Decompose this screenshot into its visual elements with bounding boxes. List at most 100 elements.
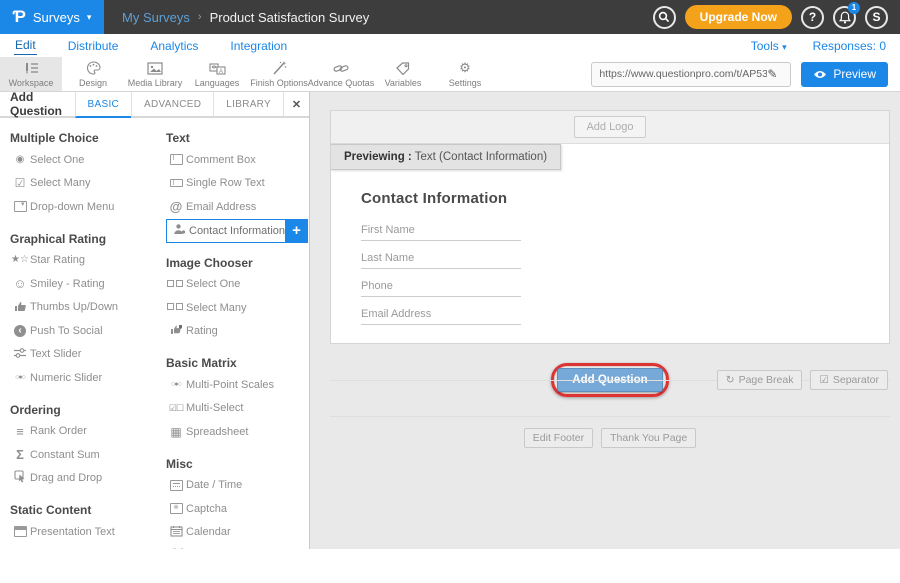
- survey-canvas: Add Logo Previewing : Text (Contact Info…: [310, 92, 900, 549]
- qtype-image-select-one[interactable]: Select One: [166, 273, 308, 297]
- survey-url-input[interactable]: [599, 68, 767, 80]
- map-icon: [166, 548, 186, 549]
- close-panel-button[interactable]: ✕: [283, 92, 309, 116]
- app-header: Ƥ Surveys ▾ My Surveys › Product Satisfa…: [0, 0, 900, 34]
- person-icon: [169, 223, 189, 238]
- edit-footer-button[interactable]: Edit Footer: [524, 428, 593, 448]
- qtype-image-rating[interactable]: Rating: [166, 320, 308, 344]
- page-break-button[interactable]: ↻Page Break: [717, 370, 803, 390]
- sigma-icon: Σ: [10, 448, 30, 461]
- tab-advanced[interactable]: ADVANCED: [131, 92, 213, 116]
- qtype-drag-and-drop[interactable]: Drag and Drop: [10, 467, 160, 491]
- qtype-numeric-slider[interactable]: ○●○Numeric Slider: [10, 366, 160, 390]
- qtype-email-address[interactable]: @Email Address: [166, 195, 308, 219]
- tool-finish-options[interactable]: Finish Options: [248, 57, 310, 91]
- search-icon: [658, 11, 670, 23]
- add-logo-button[interactable]: Add Logo: [574, 116, 645, 138]
- slider-icon: [10, 347, 30, 362]
- tool-variables[interactable]: Variables: [372, 57, 434, 91]
- qtype-calendar[interactable]: Calendar: [166, 521, 308, 545]
- qtype-presentation-text[interactable]: Presentation Text: [10, 520, 160, 544]
- notification-badge: 1: [848, 2, 860, 14]
- rank-order-icon: ≡: [10, 425, 30, 438]
- checkbox-icon: ☑: [10, 177, 30, 189]
- tab-edit[interactable]: Edit: [14, 36, 37, 55]
- thank-you-page-button[interactable]: Thank You Page: [601, 428, 696, 448]
- qtype-text-slider[interactable]: Text Slider: [10, 343, 160, 367]
- tools-menu[interactable]: Tools ▾: [751, 39, 787, 53]
- tool-workspace[interactable]: Workspace: [0, 57, 62, 91]
- first-name-field[interactable]: First Name: [361, 219, 521, 241]
- gear-icon: ⚙: [459, 61, 471, 76]
- panel-title: Add Question: [0, 92, 75, 116]
- notifications-button[interactable]: 1: [833, 6, 856, 29]
- magic-wand-icon: [272, 61, 287, 76]
- section-text: Text: [166, 131, 308, 145]
- qtype-spreadsheet[interactable]: ▦Spreadsheet: [166, 420, 308, 444]
- tool-media-library[interactable]: Media Library: [124, 57, 186, 91]
- radio-icon: ◉: [10, 155, 30, 165]
- separator-icon: ☑: [819, 374, 828, 386]
- qtype-push-to-social[interactable]: ‹Push To Social: [10, 319, 160, 343]
- qtype-rank-order[interactable]: ≡Rank Order: [10, 420, 160, 444]
- qtype-thumbs-up-down[interactable]: Thumbs Up/Down: [10, 296, 160, 320]
- breadcrumb-separator-icon: ›: [198, 11, 202, 23]
- add-contact-information-button[interactable]: +: [285, 219, 308, 243]
- breadcrumb: My Surveys › Product Satisfaction Survey: [122, 10, 369, 25]
- last-name-field[interactable]: Last Name: [361, 247, 521, 269]
- qtype-star-rating[interactable]: ★☆Star Rating: [10, 249, 160, 273]
- logo-band: Add Logo: [331, 111, 889, 144]
- survey-nav: Edit Distribute Analytics Integration To…: [0, 34, 900, 57]
- qtype-multi-point-scales[interactable]: ○●○Multi-Point Scales: [166, 373, 308, 397]
- page-actions-zone: Add Question ↻Page Break ☑Separator Edit…: [330, 358, 890, 448]
- phone-field[interactable]: Phone: [361, 275, 521, 297]
- dual-image-icon: [166, 302, 186, 313]
- divider: [330, 416, 890, 417]
- qtype-select-many[interactable]: ☑Select Many: [10, 172, 160, 196]
- multi-point-icon: ○●○: [166, 381, 186, 388]
- product-switcher[interactable]: Ƥ Surveys ▾: [0, 0, 104, 34]
- tab-analytics[interactable]: Analytics: [149, 37, 199, 55]
- tool-advance-quotas[interactable]: Advance Quotas: [310, 57, 372, 91]
- qtype-captcha[interactable]: Captcha: [166, 497, 308, 521]
- palette-icon: [86, 61, 101, 76]
- tab-distribute[interactable]: Distribute: [67, 37, 120, 55]
- qtype-contact-information[interactable]: Contact Information +: [166, 219, 308, 243]
- qtype-date-time[interactable]: Date / Time: [166, 474, 308, 498]
- thumb-rating-icon: [166, 324, 186, 338]
- tab-library[interactable]: LIBRARY: [213, 92, 283, 116]
- survey-page-card: Add Logo Previewing : Text (Contact Info…: [330, 110, 890, 344]
- breadcrumb-my-surveys[interactable]: My Surveys: [122, 10, 190, 25]
- upgrade-now-button[interactable]: Upgrade Now: [685, 5, 792, 29]
- separator-button[interactable]: ☑Separator: [810, 370, 888, 390]
- section-static-content: Static Content: [10, 503, 160, 517]
- preview-button[interactable]: Preview: [801, 62, 888, 87]
- qtype-constant-sum[interactable]: ΣConstant Sum: [10, 443, 160, 467]
- tool-settings[interactable]: ⚙ Settings: [434, 57, 496, 91]
- help-button[interactable]: ?: [801, 6, 824, 29]
- qtype-image-select-many[interactable]: Select Many: [166, 296, 308, 320]
- close-icon: ✕: [292, 98, 301, 111]
- qtype-multi-select[interactable]: ☑☐Multi-Select: [166, 397, 308, 421]
- search-button[interactable]: [653, 6, 676, 29]
- qtype-comment-box[interactable]: Comment Box: [166, 148, 308, 172]
- tool-languages[interactable]: A Languages: [186, 57, 248, 91]
- avatar[interactable]: S: [865, 6, 888, 29]
- qtype-smiley-rating[interactable]: ☺Smiley - Rating: [10, 272, 160, 296]
- qtype-dropdown-menu[interactable]: Drop-down Menu: [10, 195, 160, 219]
- edit-url-icon[interactable]: ✎: [767, 67, 777, 81]
- qtype-maps[interactable]: Maps: [166, 544, 308, 549]
- section-basic-matrix: Basic Matrix: [166, 356, 308, 370]
- qtype-single-row-text[interactable]: Single Row Text: [166, 172, 308, 196]
- qtype-select-one[interactable]: ◉Select One: [10, 148, 160, 172]
- email-address-field[interactable]: Email Address: [361, 303, 521, 325]
- tab-integration[interactable]: Integration: [229, 37, 288, 55]
- responses-count[interactable]: Responses: 0: [813, 39, 886, 53]
- survey-url-field[interactable]: ✎: [591, 62, 791, 87]
- tab-basic[interactable]: BASIC: [75, 92, 132, 118]
- tool-design[interactable]: Design: [62, 57, 124, 91]
- tag-icon: [396, 61, 410, 76]
- section-multiple-choice: Multiple Choice: [10, 131, 160, 145]
- drag-cursor-icon: [10, 470, 30, 486]
- qtype-section-heading[interactable]: Section Heading: [10, 544, 160, 550]
